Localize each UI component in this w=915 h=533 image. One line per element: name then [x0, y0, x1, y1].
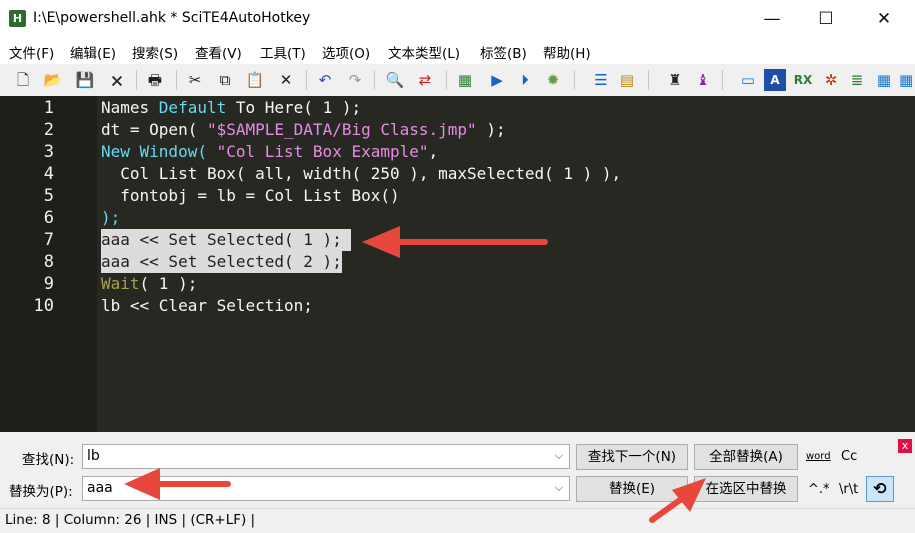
menu-search[interactable]: 搜索(S) — [132, 42, 178, 62]
code-line: Col List Box( all, width( 250 ), maxSele… — [101, 164, 622, 183]
close-panel-icon[interactable]: x — [898, 439, 912, 453]
user2-icon[interactable]: ♝ — [692, 69, 714, 91]
find-label: 查找(N): — [22, 452, 75, 468]
cut-icon[interactable]: ✂ — [184, 69, 206, 91]
close-file-icon[interactable]: 🗙 — [106, 69, 128, 91]
match-case-option[interactable]: Cc — [841, 449, 857, 464]
menu-help[interactable]: 帮助(H) — [543, 42, 591, 62]
escape-option[interactable]: \r\t — [839, 482, 858, 497]
paste-icon[interactable]: 📋 — [244, 69, 266, 91]
line-number: 4 — [43, 164, 54, 184]
menu-language[interactable]: 文本类型(L) — [388, 42, 460, 62]
replace-input[interactable]: aaa ⌵ — [82, 476, 570, 501]
close-icon[interactable]: ✕ — [857, 0, 911, 38]
status-bar: Line: 8 | Column: 26 | INS | (CR+LF) | — [0, 508, 915, 533]
maximize-icon[interactable]: ☐ — [799, 0, 853, 38]
line-number: 1 — [43, 98, 54, 118]
toolbar: 🗋 📂 💾 🗙 🖶 ✂ ⧉ 📋 ✕ ↶ ↷ 🔍 ⇄ ▦ ▶ ⏵ ✹ ☰ ▤ ♜ … — [0, 64, 915, 97]
compile-icon[interactable]: ▦ — [454, 69, 476, 91]
code-line: Wait( 1 ); — [101, 274, 198, 293]
wrap-around-icon[interactable]: ⟲ — [866, 476, 894, 502]
copy-icon[interactable]: ⧉ — [214, 69, 236, 91]
run-icon[interactable]: ▶ — [486, 69, 508, 91]
replace-in-selection-button[interactable]: 在选区中替换 — [694, 476, 798, 502]
find-replace-panel: 查找(N): lb ⌵ 查找下一个(N) 全部替换(A) word Cc x 替换… — [0, 436, 915, 508]
find-input[interactable]: lb ⌵ — [82, 444, 570, 469]
print-icon[interactable]: 🖶 — [144, 69, 166, 91]
delete-icon[interactable]: ✕ — [275, 69, 297, 91]
menu-edit[interactable]: 编辑(E) — [70, 42, 116, 62]
code-line: ); — [101, 208, 121, 227]
debug-run-icon[interactable]: ⏵ — [514, 69, 536, 91]
menu-view[interactable]: 查看(V) — [195, 42, 242, 62]
user1-icon[interactable]: ♜ — [664, 69, 686, 91]
line-number: 3 — [43, 142, 54, 162]
selected-code-line: aaa << Set Selected( 1 ); — [101, 229, 352, 251]
line-number: 10 — [33, 296, 54, 316]
line-number: 8 — [43, 252, 54, 272]
replace-label: 替换为(P): — [9, 484, 73, 500]
abbrev-icon[interactable]: ☰ — [590, 69, 612, 91]
line-number: 5 — [43, 186, 54, 206]
code-editor[interactable]: 1 2 3 4 5 6 7 8 9 10 Names Default To He… — [0, 96, 915, 432]
code-line: fontobj = lb = Col List Box() — [101, 186, 400, 205]
title-bar: H I:\E\powershell.ahk * SciTE4AutoHotkey… — [0, 0, 915, 38]
undo-icon[interactable]: ↶ — [314, 69, 336, 91]
menu-options[interactable]: 选项(O) — [322, 42, 370, 62]
status-text: Line: 8 | Column: 26 | INS | (CR+LF) | — [5, 512, 256, 528]
open-file-icon[interactable]: 📂 — [42, 69, 64, 91]
code-line: lb << Clear Selection; — [101, 296, 313, 315]
new-file-icon[interactable]: 🗋 — [12, 69, 34, 91]
menu-file[interactable]: 文件(F) — [9, 42, 54, 62]
menu-tabs[interactable]: 标签(B) — [480, 42, 527, 62]
rx-icon[interactable]: RX — [792, 69, 814, 91]
find-next-button[interactable]: 查找下一个(N) — [576, 444, 688, 470]
window-title: I:\E\powershell.ahk * SciTE4AutoHotkey — [33, 10, 311, 26]
line-number: 9 — [43, 274, 54, 294]
redo-icon[interactable]: ↷ — [344, 69, 366, 91]
find-icon[interactable]: 🔍 — [384, 69, 406, 91]
menu-tools[interactable]: 工具(T) — [260, 42, 306, 62]
selected-code-line: aaa << Set Selected( 2 ); — [101, 251, 342, 273]
code-line: dt = Open( "$SAMPLE_DATA/Big Class.jmp" … — [101, 120, 506, 139]
replace-all-button[interactable]: 全部替换(A) — [694, 444, 798, 470]
code-line: Names Default To Here( 1 ); — [101, 98, 362, 117]
line-number: 7 — [43, 230, 54, 250]
menu-bar: 文件(F) 编辑(E) 搜索(S) 查看(V) 工具(T) 选项(O) 文本类型… — [0, 38, 915, 64]
properties-icon[interactable]: ▤ — [616, 69, 638, 91]
code-line: New Window( "Col List Box Example", — [101, 142, 439, 161]
spider-icon[interactable]: ✲ — [820, 69, 842, 91]
window-icon[interactable]: ▭ — [737, 69, 759, 91]
minimize-icon[interactable]: — — [745, 0, 799, 38]
line-number: 2 — [43, 120, 54, 140]
replace-icon[interactable]: ⇄ — [414, 69, 436, 91]
save-icon[interactable]: 💾 — [74, 69, 96, 91]
replace-button[interactable]: 替换(E) — [576, 476, 688, 502]
bug-icon[interactable]: ✹ — [542, 69, 564, 91]
a-icon[interactable]: A — [764, 69, 786, 91]
match-word-option[interactable]: word — [806, 451, 831, 462]
app-grid-icon[interactable]: ▦ — [899, 69, 913, 91]
line-number: 6 — [43, 208, 54, 228]
app-icon: H — [9, 10, 26, 27]
chevron-down-icon[interactable]: ⌵ — [555, 449, 563, 463]
grid-icon[interactable]: ▦ — [873, 69, 895, 91]
regex-option[interactable]: ^.* — [808, 482, 830, 497]
chevron-down-icon[interactable]: ⌵ — [555, 481, 563, 495]
list-icon[interactable]: ≣ — [846, 69, 868, 91]
